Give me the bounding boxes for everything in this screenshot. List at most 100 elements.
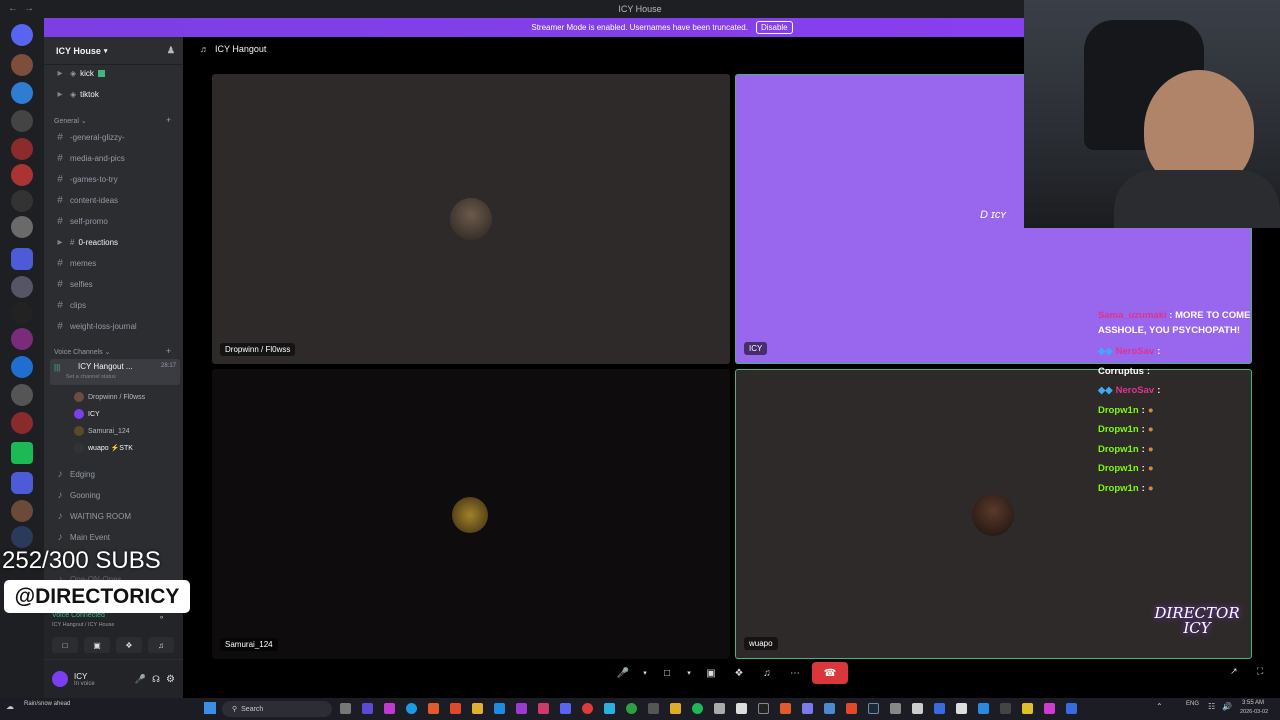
app-icon[interactable]	[670, 703, 681, 714]
explorer-icon[interactable]	[472, 703, 483, 714]
add-channel-icon[interactable]: +	[166, 115, 171, 125]
voice-channel-status[interactable]: Set a channel status	[66, 374, 116, 380]
server-icon[interactable]	[11, 216, 33, 238]
server-icon[interactable]	[11, 82, 33, 104]
volume-icon[interactable]: 🔊	[1222, 702, 1232, 711]
server-icon[interactable]	[11, 190, 33, 212]
folder-icon[interactable]	[11, 472, 33, 494]
screen-share-icon[interactable]: ▣	[700, 664, 722, 682]
app-icon[interactable]	[890, 703, 901, 714]
weather-icon[interactable]: ☁	[6, 702, 14, 711]
voice-user[interactable]: Samurai_124	[74, 426, 130, 436]
channel-content-ideas[interactable]: # content-ideas	[54, 191, 180, 209]
tray-chevron-icon[interactable]: ⌃	[1156, 702, 1163, 711]
language-indicator[interactable]: ENG	[1186, 701, 1199, 707]
channel-kick[interactable]: ▸ ◈ kick	[54, 64, 180, 82]
gear-icon[interactable]: ⚙	[166, 674, 175, 685]
server-icon[interactable]	[11, 164, 33, 186]
server-icon[interactable]	[11, 138, 33, 160]
activities-icon[interactable]: ❖	[728, 664, 750, 682]
camera-off-icon[interactable]: □	[656, 664, 678, 682]
server-icon[interactable]	[11, 384, 33, 406]
brave-icon[interactable]	[450, 703, 461, 714]
soundboard-icon[interactable]: ♫	[148, 637, 174, 653]
app-icon[interactable]	[516, 703, 527, 714]
app-icon[interactable]	[494, 703, 505, 714]
taskbar-search[interactable]: ⚲ Search	[222, 701, 332, 717]
channel-general-glizzy[interactable]: # -general-glizzy-	[54, 128, 180, 146]
app-icon[interactable]	[912, 703, 923, 714]
server-icon[interactable]	[11, 356, 33, 378]
voice-channel-waiting-room[interactable]: ♪ WAITING ROOM	[54, 507, 180, 525]
spotify-icon[interactable]	[692, 703, 703, 714]
kick-icon[interactable]	[11, 442, 33, 464]
nav-arrows[interactable]: ←→	[8, 3, 40, 14]
active-voice-channel[interactable]: ||| ICY Hangout ... 28:17 Set a channel …	[50, 359, 180, 385]
channel-games-to-try[interactable]: # -games-to-try	[54, 170, 180, 188]
screen-share-icon[interactable]: ▣	[84, 637, 110, 653]
server-icon[interactable]	[11, 54, 33, 76]
channel-tiktok[interactable]: ▸ ◈ tiktok	[54, 85, 180, 103]
app-icon[interactable]	[934, 703, 945, 714]
channel-selfies[interactable]: # selfies	[54, 275, 180, 293]
server-icon[interactable]	[11, 110, 33, 132]
app-icon[interactable]	[1066, 703, 1077, 714]
channel-reactions[interactable]: ▸ #0-reactions	[54, 233, 180, 251]
folder-icon[interactable]	[11, 248, 33, 270]
chrome-icon[interactable]	[626, 703, 637, 714]
server-name-header[interactable]: ICY House ▾ ♟	[44, 37, 183, 65]
app-icon[interactable]	[1022, 703, 1033, 714]
edge-icon[interactable]	[406, 703, 417, 714]
microphone-icon[interactable]: 🎤	[135, 674, 146, 685]
headphones-icon[interactable]: ☊	[152, 674, 160, 685]
app-icon[interactable]	[582, 703, 593, 714]
app-icon[interactable]	[758, 703, 769, 714]
category-voice[interactable]: Voice Channels ⌄	[54, 348, 110, 356]
app-icon[interactable]	[956, 703, 967, 714]
microphone-icon[interactable]: 🎤	[612, 664, 634, 682]
channel-media-and-pics[interactable]: # media-and-pics	[54, 149, 180, 167]
server-icon[interactable]	[11, 328, 33, 350]
activities-icon[interactable]: ❖	[116, 637, 142, 653]
server-icon[interactable]	[11, 276, 33, 298]
app-icon[interactable]	[846, 703, 857, 714]
camera-off-icon[interactable]: □	[52, 637, 78, 653]
voice-channel-edging[interactable]: ♪ Edging	[54, 465, 180, 483]
video-tile-dropwinn[interactable]: Dropwinn / Fl0wss	[212, 74, 730, 364]
avatar[interactable]	[52, 671, 68, 687]
voice-channel-main-event[interactable]: ♪ Main Event	[54, 528, 180, 546]
channel-clips[interactable]: # clips	[54, 296, 180, 314]
app-icon[interactable]	[1000, 703, 1011, 714]
leave-call-button[interactable]: ☎	[812, 662, 848, 684]
server-icon[interactable]	[11, 412, 33, 434]
app-icon[interactable]	[648, 703, 659, 714]
channel-memes[interactable]: # memes	[54, 254, 180, 272]
app-icon[interactable]	[384, 703, 395, 714]
channel-self-promo[interactable]: # self-promo	[54, 212, 180, 230]
app-icon[interactable]	[714, 703, 725, 714]
network-icon[interactable]: ☷	[1208, 702, 1215, 711]
soundboard-icon[interactable]: ♫	[756, 664, 778, 682]
server-icon[interactable]	[11, 500, 33, 522]
app-icon[interactable]	[1044, 703, 1055, 714]
more-icon[interactable]: ⋯	[784, 664, 806, 682]
discord-icon[interactable]	[560, 703, 571, 714]
app-icon[interactable]	[538, 703, 549, 714]
task-view-icon[interactable]	[340, 703, 351, 714]
chevron-down-icon[interactable]: ▾	[640, 664, 650, 682]
category-general[interactable]: General ⌄	[54, 117, 87, 125]
windows-start-icon[interactable]	[204, 702, 216, 714]
voice-user[interactable]: ICY	[74, 409, 100, 419]
server-icon[interactable]	[11, 302, 33, 324]
popout-icon[interactable]: ↗	[1230, 666, 1238, 677]
app-icon[interactable]	[736, 703, 747, 714]
disable-button[interactable]: Disable	[755, 21, 793, 34]
app-icon[interactable]	[978, 703, 989, 714]
clock-time[interactable]: 3:55 AM	[1242, 700, 1264, 706]
fullscreen-icon[interactable]: ⛶	[1257, 666, 1263, 677]
discord-home-icon[interactable]	[11, 24, 33, 46]
chevron-down-icon[interactable]: ▾	[684, 664, 694, 682]
voice-channel-gooning[interactable]: ♪ Gooning	[54, 486, 180, 504]
clock-date[interactable]: 2026-03-02	[1240, 709, 1268, 715]
channel-weight-loss-journal[interactable]: # weight-loss-journal	[54, 317, 180, 335]
